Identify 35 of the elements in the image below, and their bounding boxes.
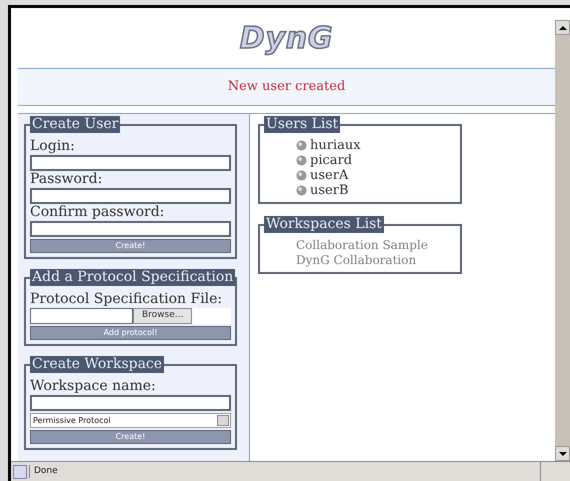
input-field[interactable] (30, 395, 231, 411)
user-icon (296, 185, 307, 196)
user-icon (296, 155, 307, 166)
status-text: Done (29, 464, 540, 478)
panel-title: Users List (264, 116, 340, 133)
field-label: Confirm password: (30, 204, 166, 221)
logo: DynG (240, 20, 334, 58)
field-label: Protocol Specification File: (30, 291, 224, 308)
protocol-dropdown[interactable]: Permissive Protocol (30, 413, 231, 428)
panel-title: Create User (30, 116, 120, 133)
dropdown-value: Permissive Protocol (32, 414, 112, 426)
browse-button[interactable]: Browse... (133, 308, 192, 324)
user-icon (296, 170, 307, 181)
field-label: Password: (30, 171, 104, 188)
scrollbar[interactable] (555, 20, 570, 461)
status-icon (13, 464, 27, 478)
workspace-link[interactable]: Collaboration Sample (296, 238, 456, 253)
file-field[interactable] (30, 308, 133, 324)
input-field[interactable] (30, 221, 231, 237)
status-message: New user created (228, 78, 346, 96)
scroll-up-icon[interactable] (555, 20, 570, 35)
user-name[interactable]: huriaux (310, 138, 361, 153)
panel-title: Add a Protocol Specification (30, 269, 236, 286)
user-name[interactable]: picard (310, 153, 352, 168)
panel-title: Create Workspace (30, 356, 164, 373)
field-label: Login: (30, 138, 76, 155)
panel-title: Workspaces List (264, 216, 384, 233)
input-field[interactable] (30, 188, 231, 204)
input-field[interactable] (30, 155, 231, 171)
user-name[interactable]: userB (310, 183, 349, 198)
user-name[interactable]: userA (310, 168, 348, 183)
user-icon (296, 140, 307, 151)
scroll-down-icon[interactable] (555, 446, 570, 461)
workspace-link[interactable]: DynG Collaboration (296, 253, 456, 268)
field-label: Workspace name: (30, 378, 157, 395)
